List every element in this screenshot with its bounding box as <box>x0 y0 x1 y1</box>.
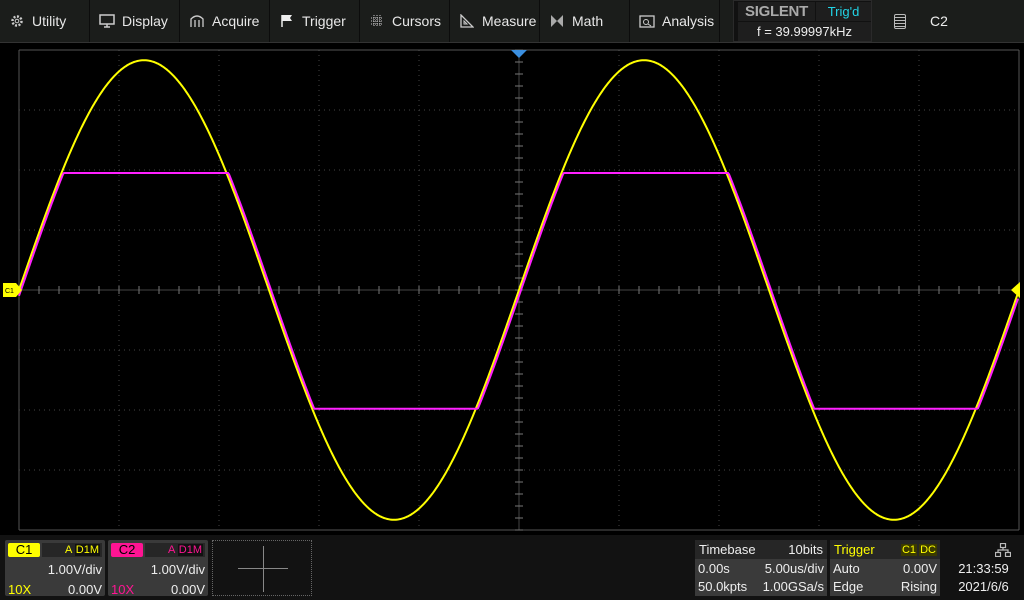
menu-utility[interactable]: Utility <box>0 0 90 42</box>
volts-per-div: 1.00V/div <box>47 562 102 577</box>
timebase-panel[interactable]: Timebase 10bits 0.00s 5.00us/div 50.0kpt… <box>695 540 827 596</box>
menu-display[interactable]: Display <box>90 0 180 42</box>
probe-attenuation: 10X <box>8 582 32 597</box>
menu-math[interactable]: Math <box>540 0 630 42</box>
frequency-counter: f = 39.99997kHz <box>738 22 871 41</box>
acquire-icon <box>189 13 205 29</box>
sample-rate: 1.00GSa/s <box>762 579 824 594</box>
channel-tag: C1 <box>8 543 40 557</box>
resolution: 10bits <box>788 542 823 557</box>
menu-acquire[interactable]: Acquire <box>180 0 270 42</box>
trigger-mode: Auto <box>833 561 860 576</box>
grid-icon <box>369 13 385 29</box>
active-channel-label: C2 <box>930 13 948 29</box>
trigger-type: Edge <box>833 579 864 594</box>
trigger-status: Trig'd <box>816 2 871 21</box>
network-icon <box>995 543 1011 557</box>
trigger-source: C1 <box>900 544 917 556</box>
channel-tag: C2 <box>111 543 143 557</box>
volts-per-div: 1.00V/div <box>150 562 205 577</box>
clock-panel: 21:33:59 2021/6/6 <box>943 540 1024 596</box>
gear-icon <box>9 13 25 29</box>
timebase-title: Timebase <box>699 542 756 557</box>
trigger-level: 0.00V <box>903 561 937 576</box>
channel-badge: A D1M <box>145 543 205 557</box>
add-channel-slot[interactable] <box>212 540 312 596</box>
menu-label: Math <box>572 13 604 29</box>
menu-cursors[interactable]: Cursors <box>360 0 450 42</box>
channel-badge: A D1M <box>42 543 102 557</box>
waveform-display[interactable]: C1 <box>0 43 1024 535</box>
flag-icon <box>279 13 295 29</box>
status-box: SIGLENT Trig'd f = 39.99997kHz <box>733 0 872 42</box>
probe-attenuation: 10X <box>111 582 135 597</box>
memory-depth: 50.0kpts <box>698 579 748 594</box>
monitor-icon <box>99 13 115 29</box>
channel-c2-panel[interactable]: C2 A D1M 1.00V/div 10X 0.00V <box>108 540 208 597</box>
trigger-panel[interactable]: Trigger C1 DC Auto 0.00V Edge Rising <box>830 540 940 596</box>
menu-measure[interactable]: Measure <box>450 0 540 42</box>
channel-offset: 0.00V <box>171 582 205 597</box>
menu-label: Display <box>122 13 168 29</box>
trigger-title: Trigger <box>834 542 875 557</box>
menu-analysis[interactable]: Analysis <box>630 0 720 42</box>
clock-time: 21:33:59 <box>958 561 1009 576</box>
channel-offset: 0.00V <box>68 582 102 597</box>
trigger-level-marker <box>1011 282 1020 298</box>
menu-label: Utility <box>32 13 67 29</box>
svg-text:C1: C1 <box>5 288 14 295</box>
trigger-position-marker <box>511 50 527 58</box>
active-channel-button[interactable]: C2 <box>874 0 1024 42</box>
menu-label: Trigger <box>302 13 346 29</box>
clipboard-icon <box>894 13 906 29</box>
time-per-div: 5.00us/div <box>764 561 824 576</box>
clock-date: 2021/6/6 <box>958 579 1009 594</box>
menu-label: Acquire <box>212 13 260 29</box>
delay: 0.00s <box>698 561 730 576</box>
siglent-logo: SIGLENT <box>738 2 815 21</box>
trigger-slope: Rising <box>900 579 937 594</box>
math-icon <box>549 13 565 29</box>
menu-label: Analysis <box>662 13 715 29</box>
trigger-coupling: DC <box>919 544 937 556</box>
analysis-icon <box>639 13 655 29</box>
menu-label: Cursors <box>392 13 442 29</box>
ruler-triangle-icon <box>459 13 475 29</box>
menu-trigger[interactable]: Trigger <box>270 0 360 42</box>
menu-label: Measure <box>482 13 537 29</box>
status-bar: C1 A D1M 1.00V/div 10X 0.00V C2 A D1M 1.0… <box>0 535 1024 600</box>
channel-c1-panel[interactable]: C1 A D1M 1.00V/div 10X 0.00V <box>5 540 105 597</box>
